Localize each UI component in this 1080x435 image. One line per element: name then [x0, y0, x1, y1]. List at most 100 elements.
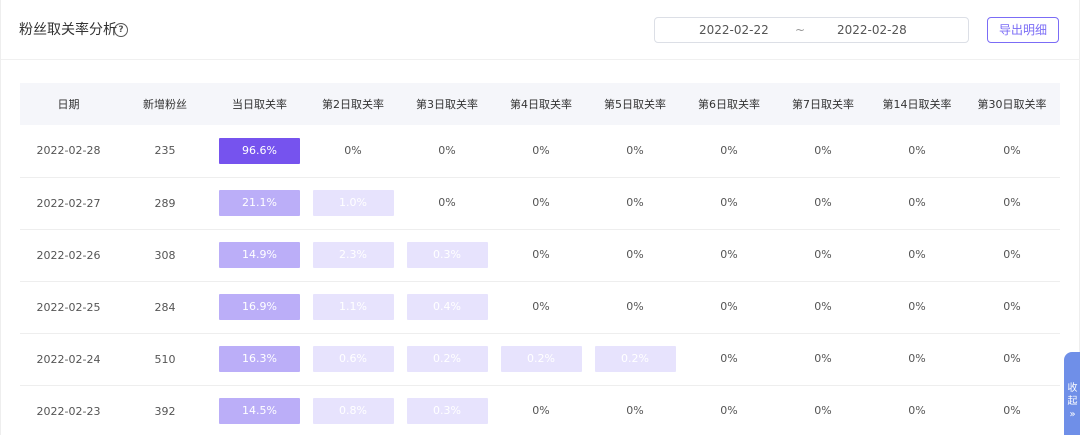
- table-row: 2022-02-28 235 96.6% 0% 0% 0% 0% 0% 0% 0% 0%: [20, 125, 1060, 178]
- date-separator: ~: [795, 23, 806, 37]
- rate-value: 0%: [344, 143, 362, 157]
- rate-value: 0%: [1003, 404, 1021, 417]
- new-fans-cell: 289: [117, 177, 213, 230]
- rate-value: 0%: [908, 352, 926, 365]
- rate-cell: 0%: [964, 229, 1060, 282]
- new-fans-cell: 284: [117, 281, 213, 334]
- rate-value: 0%: [532, 196, 550, 209]
- rate-value: 0%: [532, 248, 550, 261]
- rate-cell: 0.3%: [400, 385, 494, 435]
- rate-cell: 0.2%: [494, 333, 588, 386]
- rate-cell: 16.9%: [213, 281, 306, 334]
- column-header: 第7日取关率: [776, 83, 870, 125]
- table-row: 2022-02-24 510 16.3% 0.6% 0.2% 0.2% 0.2% 0% 0% 0%…: [20, 333, 1060, 386]
- rate-value: 0%: [720, 352, 738, 365]
- rate-cell: 0.4%: [400, 281, 494, 334]
- rate-value: 0%: [908, 248, 926, 261]
- rate-cell: 0%: [870, 177, 964, 230]
- rate-cell: 0%: [682, 177, 776, 230]
- rate-cell: 0%: [964, 177, 1060, 230]
- rate-value: 0%: [814, 300, 832, 313]
- rate-cell: 0%: [870, 281, 964, 334]
- rate-cell: 0%: [306, 125, 400, 178]
- rate-cell: 1.1%: [306, 281, 400, 334]
- new-fans-cell: 392: [117, 385, 213, 435]
- rate-value: 0%: [814, 404, 832, 417]
- date-end-input[interactable]: 2022-02-28: [837, 23, 907, 37]
- rate-heat-chip: 2.3%: [312, 242, 394, 268]
- rate-cell: 0%: [964, 281, 1060, 334]
- rate-cell: 0%: [494, 177, 588, 230]
- rate-cell: 14.5%: [213, 385, 306, 435]
- rate-heat-chip: 14.9%: [219, 242, 300, 268]
- rate-cell: 0%: [682, 229, 776, 282]
- rate-heat-chip: 14.5%: [219, 398, 300, 424]
- export-details-button[interactable]: 导出明细: [987, 17, 1059, 43]
- date-range-picker[interactable]: 2022-02-22 ~ 2022-02-28: [654, 17, 969, 43]
- new-fans-cell: 308: [117, 229, 213, 282]
- rate-heat-chip: 1.1%: [312, 294, 394, 320]
- rate-value: 0%: [814, 352, 832, 365]
- rate-value: 0%: [720, 300, 738, 313]
- new-fans-cell: 235: [117, 125, 213, 178]
- rate-heat-chip: 0.3%: [406, 398, 488, 424]
- rate-cell: 0%: [776, 125, 870, 178]
- rate-cell: 0%: [776, 333, 870, 386]
- rate-cell: 0.3%: [400, 229, 494, 282]
- rate-heat-chip: 0.2%: [594, 346, 676, 372]
- rate-value: 0%: [1003, 248, 1021, 261]
- rate-value: 0%: [532, 143, 550, 157]
- rate-value: 0%: [814, 143, 832, 157]
- rate-cell: 0%: [682, 333, 776, 386]
- rate-heat-chip: 16.3%: [219, 346, 300, 372]
- rate-value: 0%: [532, 404, 550, 417]
- rate-cell: 0.6%: [306, 333, 400, 386]
- rate-value: 0%: [814, 196, 832, 209]
- rate-cell: 0%: [588, 177, 682, 230]
- rate-cell: 0%: [400, 125, 494, 178]
- rate-value: 0%: [1003, 196, 1021, 209]
- rate-cell: 0%: [870, 125, 964, 178]
- rate-value: 0%: [720, 404, 738, 417]
- rate-value: 0%: [720, 143, 738, 157]
- table-row: 2022-02-27 289 21.1% 1.0% 0% 0% 0% 0% 0% 0% 0%: [20, 177, 1060, 230]
- page-title: 粉丝取关率分析: [19, 22, 117, 38]
- collapse-tab[interactable]: 收起 »: [1064, 352, 1080, 435]
- unfollow-rate-table: 日期 新增粉丝 当日取关率 第2日取关率 第3日取关率 第4日取关率 第5日取关率 第6日取关…: [20, 83, 1060, 435]
- rate-cell: 0%: [776, 281, 870, 334]
- rate-cell: 14.9%: [213, 229, 306, 282]
- rate-cell: 0%: [870, 229, 964, 282]
- collapse-label: 收起: [1067, 383, 1078, 407]
- rate-value: 0%: [908, 143, 926, 157]
- rate-value: 0%: [908, 196, 926, 209]
- table-row: 2022-02-23 392 14.5% 0.8% 0.3% 0% 0% 0% 0% 0% 0%: [20, 385, 1060, 435]
- rate-cell: 0%: [964, 385, 1060, 435]
- rate-cell: 2.3%: [306, 229, 400, 282]
- new-fans-cell: 510: [117, 333, 213, 386]
- rate-cell: 0.2%: [588, 333, 682, 386]
- column-header: 第3日取关率: [400, 83, 494, 125]
- rate-value: 0%: [814, 248, 832, 261]
- rate-cell: 0%: [682, 125, 776, 178]
- date-start-input[interactable]: 2022-02-22: [699, 23, 769, 37]
- rate-heat-chip: 16.9%: [219, 294, 300, 320]
- rate-cell: 0%: [682, 281, 776, 334]
- date-cell: 2022-02-26: [20, 229, 117, 282]
- fan-unfollow-analysis-card: 粉丝取关率分析 ? 2022-02-22 ~ 2022-02-28 导出明细 日…: [0, 0, 1080, 435]
- rate-value: 0%: [626, 196, 644, 209]
- column-header: 第14日取关率: [870, 83, 964, 125]
- rate-cell: 0%: [776, 229, 870, 282]
- column-header: 新增粉丝: [117, 83, 213, 125]
- table-row: 2022-02-26 308 14.9% 2.3% 0.3% 0% 0% 0% 0% 0% 0%: [20, 229, 1060, 282]
- rate-value: 0%: [438, 196, 456, 209]
- rate-value: 0%: [532, 300, 550, 313]
- column-header: 日期: [20, 83, 117, 125]
- rate-heat-chip: 0.3%: [406, 242, 488, 268]
- rate-value: 0%: [626, 404, 644, 417]
- rate-cell: 0%: [682, 385, 776, 435]
- double-chevron-right-icon: »: [1069, 409, 1076, 420]
- help-icon[interactable]: ?: [114, 23, 128, 37]
- rate-value: 0%: [626, 143, 644, 157]
- date-cell: 2022-02-25: [20, 281, 117, 334]
- rate-cell: 21.1%: [213, 177, 306, 230]
